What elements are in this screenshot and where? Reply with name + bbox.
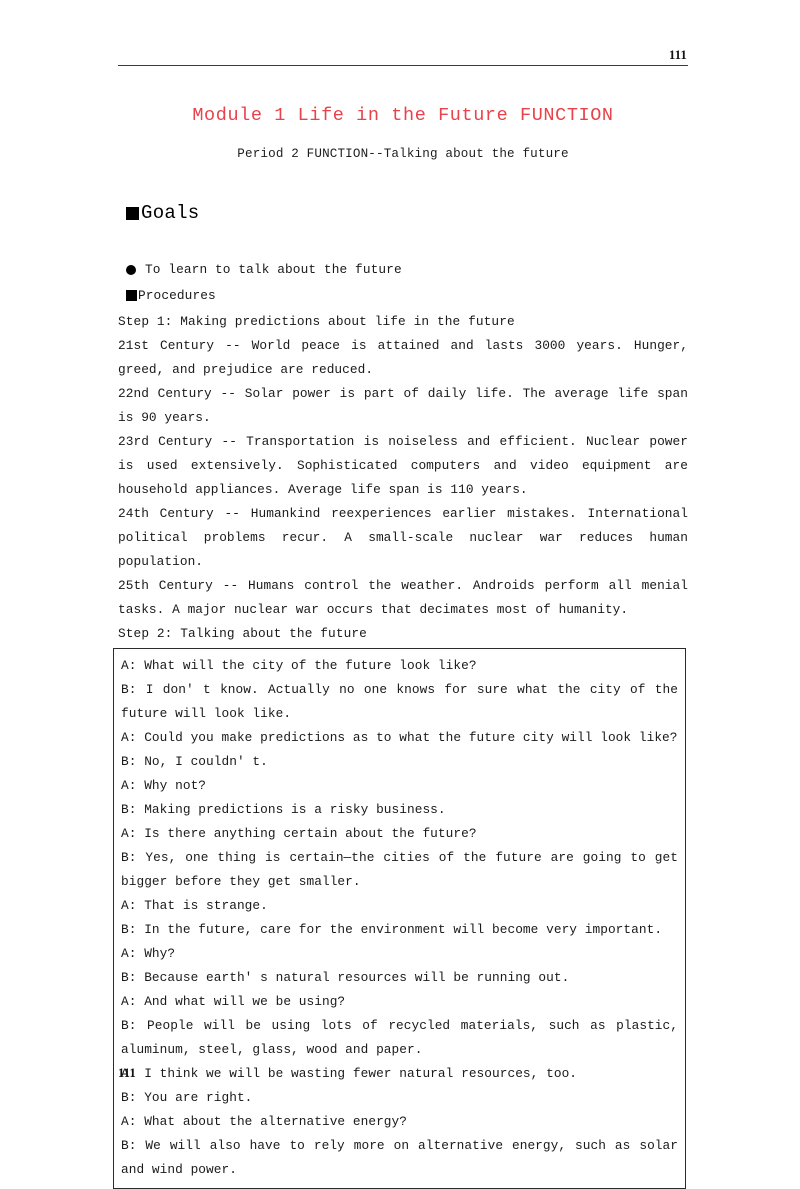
footer-page-number: 111: [118, 1066, 136, 1080]
step-1-heading: Step 1: Making predictions about life in…: [118, 314, 515, 329]
document-page: 111 Module 1 Life in the Future FUNCTION…: [0, 0, 800, 1189]
dialogue-line: B: Making predictions is a risky busines…: [121, 802, 446, 817]
dialogue-line: A: Why not?: [121, 778, 207, 793]
header-rule: [118, 65, 688, 66]
dialogue-line: A: Is there anything certain about the f…: [121, 826, 477, 841]
procedures-heading: Procedures: [126, 285, 688, 306]
prediction-paragraph: 23rd Century -- Transportation is noisel…: [118, 434, 688, 497]
page-header: 111: [118, 48, 688, 66]
dialogue-line: B: Because earth' s natural resources wi…: [121, 970, 570, 985]
header-page-number: 111: [669, 48, 687, 62]
dialogue-line: B: You are right.: [121, 1090, 253, 1105]
prediction-paragraph: 24th Century -- Humankind reexperiences …: [118, 506, 688, 569]
procedures-heading-label: Procedures: [138, 288, 216, 303]
filled-circle-icon: [126, 264, 136, 275]
goals-objective-label: To learn to talk about the future: [145, 262, 402, 277]
predictions-list: 21st Century -- World peace is attained …: [118, 334, 688, 622]
goals-heading: Goals: [126, 201, 688, 225]
filled-square-icon: [126, 290, 137, 301]
goals-heading-label: Goals: [141, 202, 200, 224]
dialogue-line: A: What about the alternative energy?: [121, 1114, 407, 1129]
prediction-paragraph: 25th Century -- Humans control the weath…: [118, 578, 688, 617]
dialogue-line: B: I don' t know. Actually no one knows …: [121, 682, 678, 721]
dialogue-line: B: People will be using lots of recycled…: [121, 1018, 678, 1057]
step-2-heading: Step 2: Talking about the future: [118, 626, 367, 641]
dialogue-line: A: What will the city of the future look…: [121, 658, 477, 673]
filled-square-icon: [126, 206, 139, 220]
dialogue-box: A: What will the city of the future look…: [113, 648, 686, 1189]
page-title: Module 1 Life in the Future FUNCTION: [192, 105, 614, 126]
dialogue-line: A: Could you make predictions as to what…: [121, 730, 678, 745]
dialogue-line: A: And what will we be using?: [121, 994, 346, 1009]
dialogue-line: B: No, I couldn' t.: [121, 754, 268, 769]
page-footer: 111: [118, 1066, 688, 1080]
document-content: Module 1 Life in the Future FUNCTION Per…: [113, 103, 688, 1189]
page-subtitle: Period 2 FUNCTION--Talking about the fut…: [237, 147, 569, 161]
goals-objective: To learn to talk about the future: [126, 259, 688, 280]
prediction-paragraph: 21st Century -- World peace is attained …: [118, 338, 688, 377]
prediction-paragraph: 22nd Century -- Solar power is part of d…: [118, 386, 688, 425]
dialogue-line: B: We will also have to rely more on alt…: [121, 1138, 678, 1177]
dialogue-line: B: In the future, care for the environme…: [121, 922, 663, 937]
dialogue-line: A: That is strange.: [121, 898, 268, 913]
dialogue-line: B: Yes, one thing is certain—the cities …: [121, 850, 678, 889]
dialogue-line: A: Why?: [121, 946, 176, 961]
